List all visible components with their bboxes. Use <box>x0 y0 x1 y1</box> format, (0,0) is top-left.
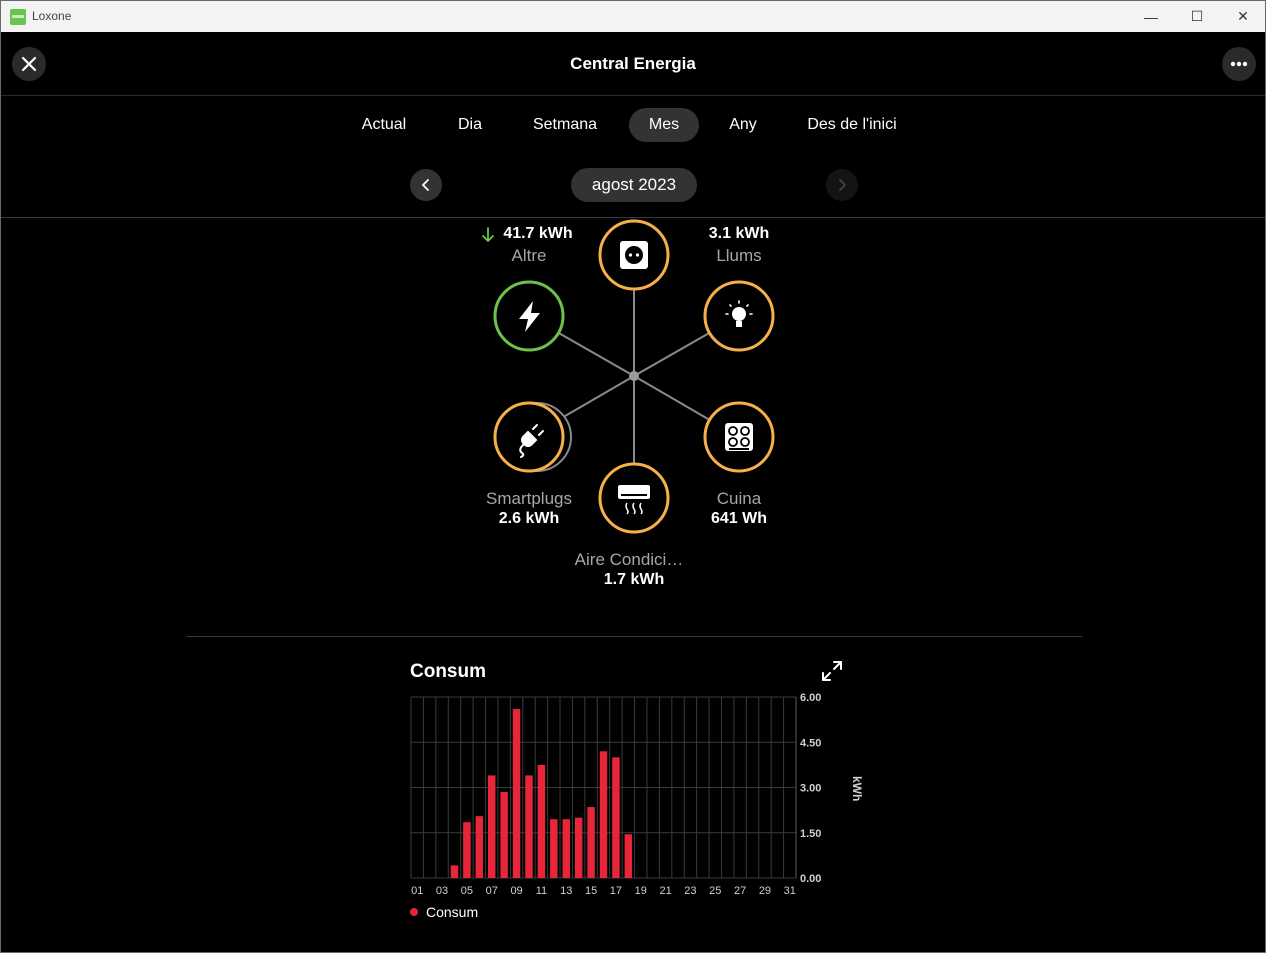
y-axis-label: kWh <box>850 776 864 801</box>
bar-day-07 <box>488 775 496 878</box>
bar-day-12 <box>550 819 558 878</box>
bar-day-13 <box>562 819 570 878</box>
aire-condicionat-value: 1.7 kWh <box>603 571 665 588</box>
x-tick-label: 27 <box>734 885 746 897</box>
cuina-label: Cuina <box>716 489 762 508</box>
bar-day-05 <box>463 822 471 878</box>
bar-day-08 <box>500 792 508 878</box>
x-tick-label: 21 <box>659 885 671 897</box>
aire-condicionat-label: Aire Condici… <box>574 550 684 569</box>
node-llums[interactable] <box>703 280 775 352</box>
expand-chart-button[interactable] <box>820 659 844 683</box>
bar-day-06 <box>475 816 484 878</box>
node-smartplugs[interactable] <box>493 401 572 473</box>
x-tick-label: 31 <box>784 885 796 897</box>
legend-label: Consum <box>426 904 479 920</box>
smartplugs-label: Smartplugs <box>486 489 572 508</box>
cuina-value: 641 Wh <box>710 510 767 527</box>
bar-day-09 <box>512 709 521 878</box>
y-tick-label: 6.00 <box>800 692 821 704</box>
x-tick-label: 15 <box>585 885 597 897</box>
expand-icon <box>822 661 842 681</box>
divider <box>186 636 1082 637</box>
llums-value: 3.1 kWh <box>708 225 770 242</box>
consumption-bar-chart: 0.00 1.50 3.00 4.50 6.00 01 03 05 07 09 11 13 15 17 19… <box>410 692 864 897</box>
x-tick-label: 29 <box>759 885 771 897</box>
smartplugs-value: 2.6 kWh <box>498 510 560 527</box>
power-socket-icon <box>620 241 648 269</box>
y-tick-label: 3.00 <box>800 783 821 795</box>
x-tick-label: 23 <box>684 885 696 897</box>
chart-legend: Consum <box>410 904 478 920</box>
llums-label: Llums <box>716 246 762 265</box>
x-tick-label: 03 <box>436 885 448 897</box>
legend-swatch <box>410 908 418 916</box>
bar-day-14 <box>574 817 583 878</box>
y-tick-label: 4.50 <box>800 737 821 749</box>
node-altre[interactable] <box>493 280 565 352</box>
flow-hub <box>629 371 639 381</box>
energy-flow-diagram <box>493 219 775 534</box>
app-window: Loxone — ☐ ✕ Central Energia Actual Dia … <box>0 0 1266 953</box>
x-tick-label: 01 <box>411 885 423 897</box>
bar-day-11 <box>537 764 546 878</box>
x-tick-label: 09 <box>510 885 522 897</box>
x-tick-label: 13 <box>560 885 572 897</box>
node-cuina[interactable] <box>703 401 775 473</box>
x-tick-label: 05 <box>461 885 473 897</box>
y-tick-label: 1.50 <box>800 828 821 840</box>
altre-label: Altre <box>511 246 547 265</box>
x-tick-label: 17 <box>610 885 622 897</box>
bar-day-15 <box>587 807 595 878</box>
bar-day-17 <box>612 757 620 878</box>
y-tick-label: 0.00 <box>800 873 821 885</box>
cooktop-icon <box>725 423 753 451</box>
bar-day-16 <box>599 751 608 878</box>
altre-value: 41.7 kWh <box>503 225 573 242</box>
node-aire-condicionat[interactable] <box>598 462 670 534</box>
x-tick-label: 07 <box>486 885 498 897</box>
chart-title: Consum <box>410 661 486 682</box>
x-tick-label: 11 <box>536 885 547 897</box>
x-tick-label: 25 <box>709 885 721 897</box>
bar-day-18 <box>624 834 633 878</box>
bar-day-04 <box>450 865 459 878</box>
x-tick-label: 19 <box>635 885 647 897</box>
bar-day-10 <box>525 775 533 878</box>
